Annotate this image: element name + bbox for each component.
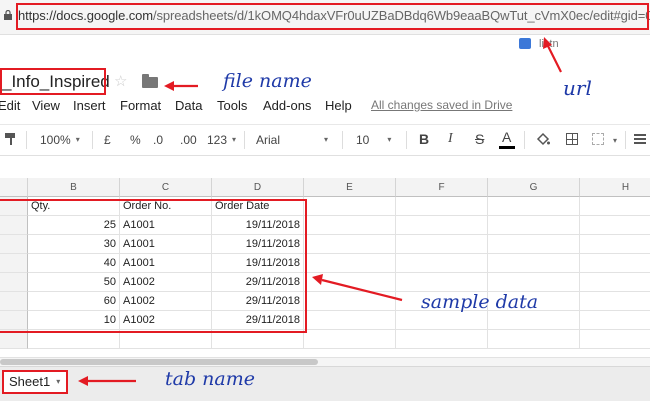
- annotation-file-name: file name: [223, 70, 312, 92]
- arrowhead: [312, 274, 323, 285]
- annotation-sample-data: sample data: [421, 291, 539, 313]
- annotation-arrows: [78, 37, 562, 386]
- arrowhead: [78, 376, 88, 386]
- arrow-url: [547, 45, 562, 73]
- arrowhead: [164, 81, 174, 91]
- arrow-sample-data: [321, 278, 403, 302]
- annotation-tab-name: tab name: [165, 368, 255, 390]
- annotation-url: url: [563, 76, 592, 100]
